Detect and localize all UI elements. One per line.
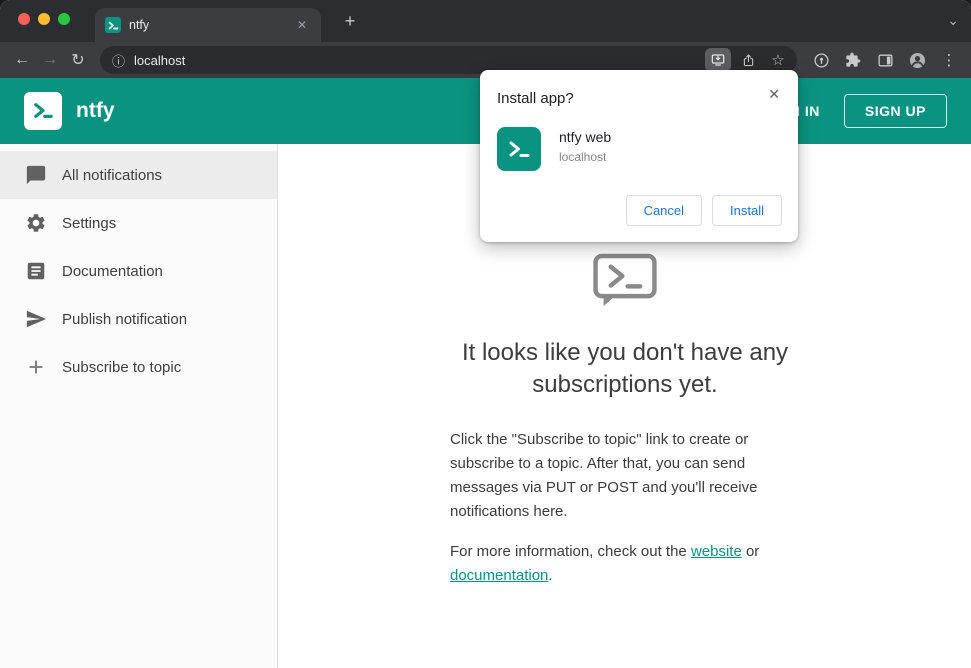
sidebar-item-settings[interactable]: Settings bbox=[0, 199, 277, 247]
paragraph-text: For more information, check out the bbox=[450, 542, 691, 560]
documentation-link[interactable]: documentation bbox=[450, 567, 548, 584]
extensions-puzzle-icon[interactable] bbox=[839, 47, 867, 73]
dialog-buttons: Cancel Install bbox=[497, 195, 782, 226]
install-app-icon[interactable] bbox=[705, 48, 731, 72]
bookmark-star-icon[interactable]: ☆ bbox=[765, 48, 791, 72]
send-icon bbox=[24, 307, 48, 331]
app-title: ntfy bbox=[76, 99, 115, 122]
tab-close-icon[interactable]: ✕ bbox=[293, 16, 311, 34]
sign-up-button[interactable]: SIGN UP bbox=[843, 94, 947, 128]
ntfy-terminal-outline-icon bbox=[593, 253, 657, 306]
browser-window: ntfy ✕ + ⌄ ← → ↻ ⓘ localhost ☆ ⋮ ntfy IN… bbox=[0, 0, 971, 668]
dialog-title: Install app? bbox=[497, 90, 574, 107]
side-panel-icon[interactable] bbox=[871, 47, 899, 73]
password-manager-icon[interactable] bbox=[807, 47, 835, 73]
empty-state-body: Click the "Subscribe to topic" link to c… bbox=[450, 428, 800, 588]
window-controls bbox=[18, 13, 70, 25]
sidebar-item-label: All notifications bbox=[62, 166, 163, 184]
toolbar-extensions: ⋮ bbox=[807, 47, 963, 73]
empty-state-paragraph: For more information, check out the webs… bbox=[450, 540, 800, 588]
sidebar-item-label: Subscribe to topic bbox=[62, 358, 182, 376]
minimize-window-button[interactable] bbox=[38, 13, 50, 25]
site-info-icon[interactable]: ⓘ bbox=[112, 51, 125, 70]
new-tab-button[interactable]: + bbox=[338, 11, 362, 31]
article-icon bbox=[24, 259, 48, 283]
sidebar-item-subscribe-to-topic[interactable]: Subscribe to topic bbox=[0, 343, 277, 391]
sidebar: All notifications Settings Documentation… bbox=[0, 144, 278, 668]
reload-button[interactable]: ↻ bbox=[64, 50, 92, 70]
dialog-app-row: ntfy web localhost bbox=[497, 127, 782, 171]
cancel-button[interactable]: Cancel bbox=[625, 195, 703, 226]
sidebar-item-documentation[interactable]: Documentation bbox=[0, 247, 277, 295]
dialog-app-origin: localhost bbox=[559, 150, 607, 164]
back-button[interactable]: ← bbox=[8, 51, 36, 69]
gear-icon bbox=[24, 211, 48, 235]
paragraph-text: or bbox=[741, 542, 760, 560]
close-window-button[interactable] bbox=[18, 13, 30, 25]
paragraph-text: . bbox=[548, 566, 553, 584]
zoom-window-button[interactable] bbox=[58, 13, 70, 25]
website-link[interactable]: website bbox=[691, 543, 742, 560]
tab-strip: ntfy ✕ + ⌄ bbox=[0, 0, 971, 42]
sidebar-item-label: Settings bbox=[62, 214, 117, 232]
plus-icon bbox=[24, 355, 48, 379]
ntfy-app-icon bbox=[497, 127, 541, 171]
install-button[interactable]: Install bbox=[712, 195, 782, 226]
sidebar-item-all-notifications[interactable]: All notifications bbox=[0, 151, 277, 199]
browser-tab-ntfy[interactable]: ntfy ✕ bbox=[95, 8, 321, 42]
sidebar-item-publish-notification[interactable]: Publish notification bbox=[0, 295, 277, 343]
tab-title: ntfy bbox=[129, 18, 150, 32]
tab-search-chevron-icon[interactable]: ⌄ bbox=[947, 12, 959, 29]
profile-avatar-icon[interactable] bbox=[903, 47, 931, 73]
address-text[interactable]: localhost bbox=[134, 53, 705, 68]
chat-bubble-icon bbox=[24, 163, 48, 187]
empty-state-paragraph: Click the "Subscribe to topic" link to c… bbox=[450, 430, 758, 520]
sidebar-item-label: Publish notification bbox=[62, 310, 188, 328]
share-icon[interactable] bbox=[735, 48, 761, 72]
install-app-dialog: Install app? ✕ ntfy web localhost Cancel… bbox=[480, 70, 798, 242]
omnibox-actions: ☆ bbox=[705, 48, 791, 72]
ntfy-favicon-icon bbox=[105, 17, 121, 33]
dialog-app-info: ntfy web localhost bbox=[559, 127, 611, 164]
empty-state-heading: It looks like you don't have any subscri… bbox=[461, 339, 789, 399]
forward-button[interactable]: → bbox=[36, 51, 64, 69]
dialog-close-icon[interactable]: ✕ bbox=[764, 84, 784, 105]
menu-dots-icon[interactable]: ⋮ bbox=[935, 47, 963, 73]
dialog-app-name: ntfy web bbox=[559, 129, 612, 145]
ntfy-logo-icon bbox=[24, 92, 62, 130]
sidebar-item-label: Documentation bbox=[62, 262, 163, 280]
